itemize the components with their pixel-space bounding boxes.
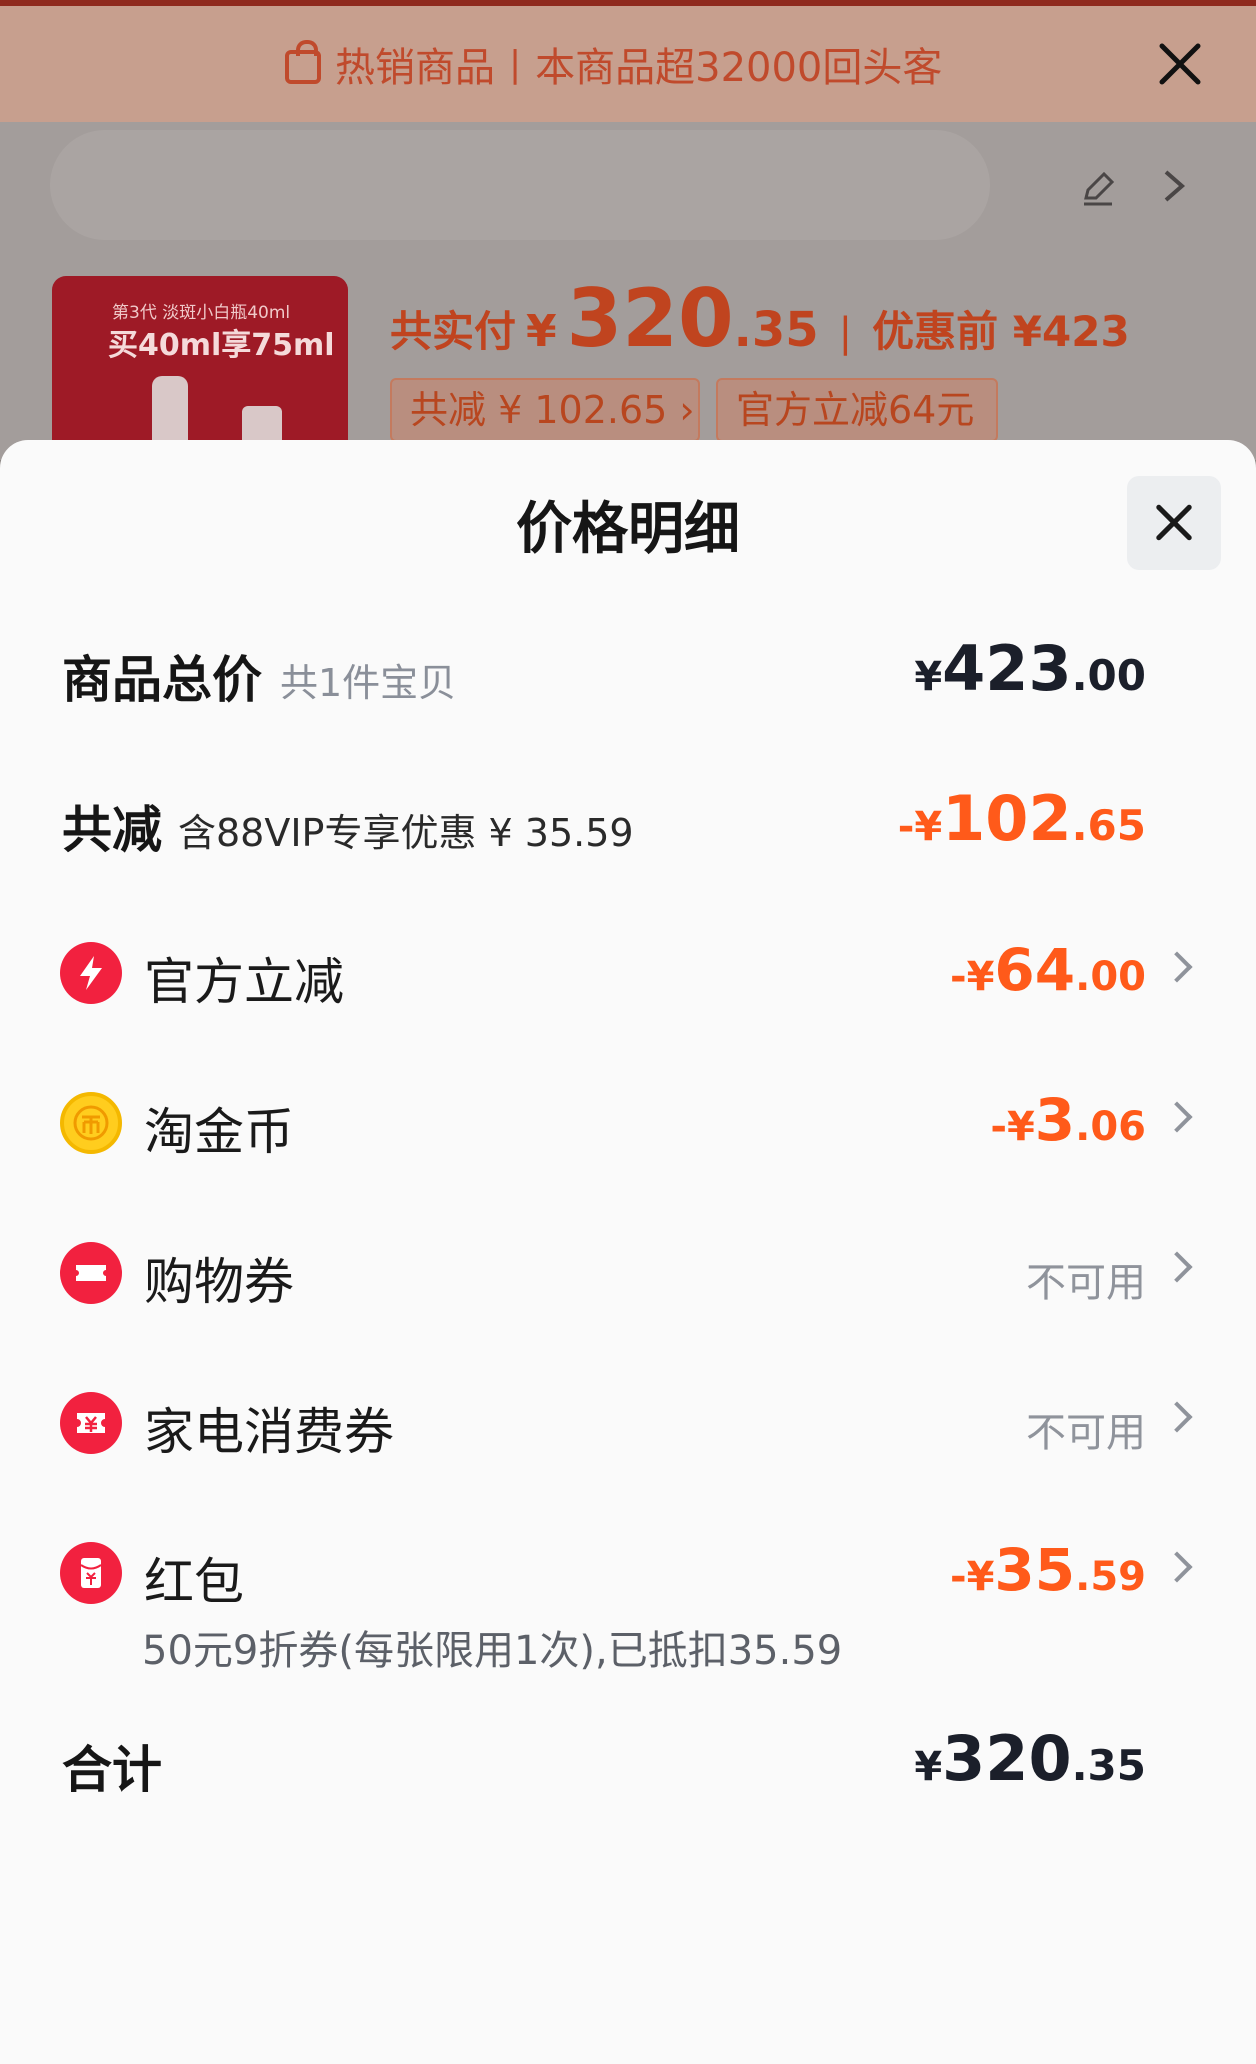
shopping-voucher-status: 不可用 xyxy=(1026,1260,1146,1306)
shopping-voucher-row[interactable]: 购物券 不可用 xyxy=(0,1218,1256,1328)
chevron-right-icon xyxy=(1161,1551,1193,1583)
chevron-right-icon xyxy=(1161,951,1193,983)
banner-text: 热销商品 | 本商品超32000回头客 xyxy=(285,34,942,94)
appliance-coupon-svg xyxy=(77,1413,105,1433)
official-discount-amount: -¥64.00 xyxy=(950,936,1146,1004)
product-thumbnail[interactable]: 第3代 淡斑小白瓶40ml 买40ml享75ml xyxy=(52,276,348,460)
thumbnail-promo: 买40ml享75ml xyxy=(108,328,335,363)
official-discount-currency: -¥ xyxy=(949,954,995,1000)
goods-total-dec: .00 xyxy=(1071,651,1146,700)
grand-total-currency: ¥ xyxy=(914,1744,943,1790)
close-icon xyxy=(1159,43,1201,85)
address-card[interactable] xyxy=(50,130,990,240)
tao-coin-row[interactable]: 淘金币 -¥3.06 xyxy=(0,1068,1256,1178)
vip-discount-note: 含88VIP专享优惠 ¥ 35.59 xyxy=(178,811,634,855)
total-discount-currency: -¥ xyxy=(897,804,943,850)
original-price: 优惠前 ¥423 xyxy=(872,307,1130,356)
tao-coin-amount: -¥3.06 xyxy=(990,1086,1146,1154)
goods-total-label: 商品总价 xyxy=(62,651,262,709)
red-envelope-currency: -¥ xyxy=(949,1554,995,1600)
red-envelope-svg xyxy=(80,1558,102,1588)
price-divider: | xyxy=(838,310,853,356)
banner-title: 热销商品 xyxy=(335,45,495,91)
appliance-coupon-status: 不可用 xyxy=(1026,1410,1146,1456)
paid-price: 共实付 ¥ 320.35 | 优惠前 ¥423 xyxy=(390,272,1130,365)
grand-total-row: 合计 ¥320.35 xyxy=(0,1708,1256,1818)
red-envelope-amount: -¥35.59 xyxy=(950,1536,1146,1604)
paid-price-int: 320 xyxy=(566,272,734,365)
chevron-svg xyxy=(1164,170,1186,202)
hot-item-banner: 热销商品 | 本商品超32000回头客 xyxy=(0,0,1256,122)
grand-total-label: 合计 xyxy=(62,1741,162,1799)
sheet-title: 价格明细 xyxy=(516,497,740,562)
banner-divider: | xyxy=(509,43,522,85)
total-discount-int: 102 xyxy=(942,782,1072,855)
appliance-coupon-label: 家电消费券 xyxy=(144,1403,394,1461)
chevron-right-icon[interactable] xyxy=(1160,164,1190,208)
tao-coin-label: 淘金币 xyxy=(144,1103,294,1161)
grand-total-int: 320 xyxy=(942,1722,1072,1795)
goods-total-currency: ¥ xyxy=(914,654,943,700)
shopping-bag-icon xyxy=(285,40,321,84)
official-discount-chip[interactable]: 官方立减64元 xyxy=(716,378,998,442)
appliance-coupon-icon xyxy=(60,1392,122,1454)
paid-price-currency: ¥ xyxy=(526,306,557,357)
grand-total-dec: .35 xyxy=(1071,1741,1146,1790)
tao-coin-int: 3 xyxy=(1034,1086,1076,1154)
chevron-right-icon xyxy=(1161,1401,1193,1433)
coin-icon xyxy=(60,1092,122,1154)
official-discount-label: 官方立减 xyxy=(144,953,344,1011)
goods-count: 共1件宝贝 xyxy=(280,661,457,705)
coin-svg xyxy=(73,1105,109,1141)
total-discount-row: 共减 含88VIP专享优惠 ¥ 35.59 -¥102.65 xyxy=(0,768,1256,878)
total-discount-dec: .65 xyxy=(1071,801,1146,850)
official-discount-row[interactable]: 官方立减 -¥64.00 xyxy=(0,918,1256,1028)
pencil-icon xyxy=(1084,171,1115,206)
paid-price-label: 共实付 xyxy=(390,307,517,356)
edit-icon[interactable] xyxy=(1078,168,1118,208)
chevron-right-icon xyxy=(1161,1101,1193,1133)
price-detail-sheet: 价格明细 商品总价 共1件宝贝 ¥423.00 共减 含88VIP专享优惠 ¥ … xyxy=(0,440,1256,2064)
red-envelope-int: 35 xyxy=(994,1536,1076,1604)
official-discount-dec: .00 xyxy=(1075,954,1146,1000)
goods-total-amount: ¥423.00 xyxy=(914,632,1146,705)
banner-close-button[interactable] xyxy=(1152,36,1208,92)
ticket-icon xyxy=(60,1242,122,1304)
red-envelope-note: 50元9折券(每张限用1次),已抵扣35.59 xyxy=(142,1628,843,1674)
red-envelope-row[interactable]: 红包 -¥35.59 50元9折券(每张限用1次),已抵扣35.59 xyxy=(0,1518,1256,1698)
tao-coin-dec: .06 xyxy=(1075,1104,1146,1150)
tao-coin-currency: -¥ xyxy=(990,1104,1035,1150)
chevron-right-icon xyxy=(1161,1251,1193,1283)
ticket-svg xyxy=(76,1265,106,1281)
banner-subtitle: 本商品超32000回头客 xyxy=(535,45,943,91)
grand-total-amount: ¥320.35 xyxy=(914,1722,1146,1795)
total-discount-label: 共减 xyxy=(62,801,162,859)
lightning-icon xyxy=(60,942,122,1004)
red-envelope-dec: .59 xyxy=(1075,1554,1146,1600)
lightning-svg xyxy=(80,956,102,990)
red-envelope-label: 红包 xyxy=(144,1553,244,1611)
goods-total-row: 商品总价 共1件宝贝 ¥423.00 xyxy=(0,618,1256,728)
red-envelope-icon xyxy=(60,1542,122,1604)
appliance-coupon-row[interactable]: 家电消费券 不可用 xyxy=(0,1368,1256,1478)
total-discount-amount: -¥102.65 xyxy=(898,782,1146,855)
official-discount-int: 64 xyxy=(994,936,1076,1004)
background-page: 热销商品 | 本商品超32000回头客 第3代 淡斑小白瓶40ml 买40ml享… xyxy=(0,0,1256,460)
discount-chip[interactable]: 共减 ¥ 102.65 › xyxy=(390,378,700,442)
paid-price-dec: .35 xyxy=(733,302,819,358)
shopping-voucher-label: 购物券 xyxy=(144,1253,294,1311)
sheet-close-button[interactable] xyxy=(1127,476,1221,570)
goods-total-int: 423 xyxy=(942,632,1072,705)
